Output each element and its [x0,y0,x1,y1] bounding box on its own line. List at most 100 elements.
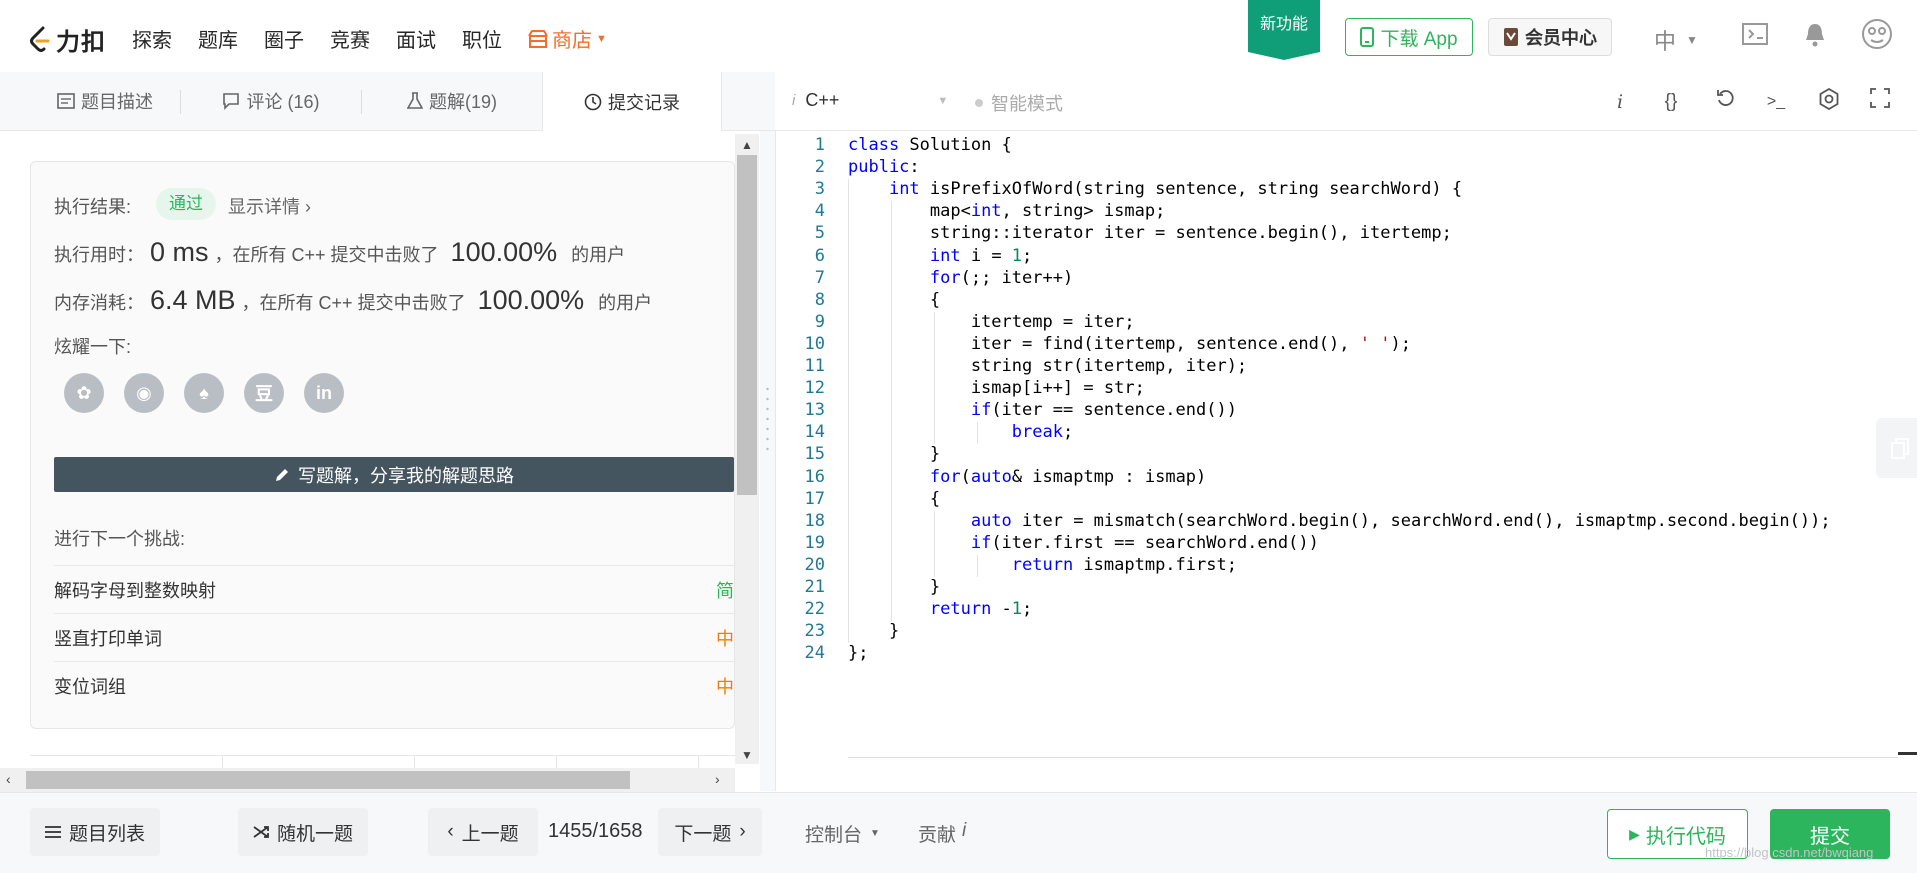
console-toggle[interactable]: 控制台 ▼ [805,820,880,847]
code-line[interactable]: }; [848,643,868,663]
nav-problems[interactable]: 题库 [198,24,238,53]
side-panel-toggle[interactable] [1876,418,1917,478]
next-problem-button[interactable]: 下一题 › [658,808,762,856]
tab-description[interactable]: 题目描述 [30,72,180,130]
tab-submissions[interactable]: 提交记录 [542,72,722,131]
fullscreen-icon[interactable] [1866,88,1894,116]
code-line[interactable]: return ismaptmp.first; [848,555,1237,575]
vip-center-button[interactable]: 会员中心 [1488,18,1612,56]
drag-handle-icon[interactable] [766,385,769,455]
phone-icon [1360,27,1375,47]
code-line[interactable]: for(auto& ismaptmp : ismap) [848,467,1206,487]
line-number: 3 [814,179,825,200]
list-item[interactable]: 竖直打印单词 中 [54,613,734,661]
avatar[interactable] [1860,18,1894,52]
language-switch[interactable]: 中 ▼ [1654,24,1698,56]
format-code-icon[interactable]: {} [1657,88,1685,116]
tab-submissions-label: 提交记录 [608,92,680,113]
scroll-right-arrow-icon[interactable]: › [715,771,720,787]
code-line[interactable]: itertemp = iter; [848,312,1135,332]
scroll-left-arrow-icon[interactable]: ‹ [6,771,11,787]
nav-explore[interactable]: 探索 [132,24,172,53]
info-icon[interactable]: i [1606,88,1634,116]
tab-comments[interactable]: 评论 (16) [181,72,361,130]
caret-down-icon: ▼ [596,32,607,45]
vip-center-label: 会员中心 [1525,28,1597,48]
code-line[interactable]: int isPrefixOfWord(string sentence, stri… [848,179,1462,199]
code-line[interactable]: public: [848,157,920,177]
code-line[interactable]: string str(itertemp, iter); [848,356,1247,376]
list-item[interactable]: 解码字母到整数映射 简 [54,565,734,613]
line-number: 4 [814,201,825,222]
chevron-right-icon: › [739,821,746,842]
problem-pager: 1455/1658 [548,820,643,842]
code-line[interactable]: string::iterator iter = sentence.begin()… [848,223,1452,243]
contribute-link[interactable]: 贡献 i [918,820,966,847]
write-solution-button[interactable]: 写题解，分享我的解题思路 [54,457,734,492]
problem-list-button[interactable]: 题目列表 [30,808,160,856]
panel-splitter[interactable] [760,131,775,791]
code-line[interactable]: ismap[i++] = str; [848,378,1145,398]
code-line[interactable]: } [848,577,940,597]
tab-solutions[interactable]: 题解(19) [362,72,542,130]
smart-mode-dot-icon [975,99,983,107]
code-line[interactable]: return -1; [848,599,1032,619]
code-line[interactable]: } [848,621,899,641]
line-number: 10 [804,333,825,354]
douban-icon[interactable]: 豆 [244,373,284,413]
random-problem-button[interactable]: 随机一题 [238,808,368,856]
caret-down-icon: ▼ [1686,33,1698,47]
prev-problem-button[interactable]: ‹ 上一题 [428,808,538,856]
runtime-value: 0 ms [150,237,209,267]
weibo-icon[interactable]: ◉ [124,373,164,413]
settings-icon[interactable] [1815,87,1843,116]
line-number: 8 [814,289,825,310]
list-item[interactable]: 变位词组 中 [54,661,734,709]
code-line[interactable]: if(iter == sentence.end()) [848,400,1237,420]
brand-logo[interactable]: 力扣 [28,22,106,57]
terminal-icon[interactable]: >_ [1762,88,1790,116]
nav-jobs[interactable]: 职位 [462,24,502,53]
memory-label: 内存消耗： [54,293,144,313]
language-select[interactable]: i C++ ▼ [792,90,948,111]
clock-icon [584,93,602,110]
download-app-button[interactable]: 下载 App [1345,18,1473,56]
flask-icon [406,92,423,109]
language-label: 中 [1654,29,1677,54]
list-icon [44,826,61,838]
nav-interview[interactable]: 面试 [396,24,436,53]
code-line[interactable]: break; [848,422,1073,442]
code-line[interactable]: for(;; iter++) [848,268,1073,288]
line-number: 9 [814,311,825,332]
memory-percentile: 100.00% [477,285,585,315]
code-line[interactable]: iter = find(itertemp, sentence.end(), ' … [848,334,1411,354]
memory-value: 6.4 MB [150,285,236,315]
wechat-icon[interactable]: ✿ [64,373,104,413]
linkedin-icon[interactable]: in [304,373,344,413]
code-line[interactable]: if(iter.first == searchWord.end()) [848,533,1319,553]
nav-contest[interactable]: 竞赛 [330,24,370,53]
bell-icon[interactable] [1800,22,1830,52]
contribute-label: 贡献 [918,825,957,846]
code-line[interactable]: class Solution { [848,135,1012,155]
code-line[interactable]: } [848,444,940,464]
scroll-up-arrow-icon[interactable]: ▲ [741,138,753,152]
qq-icon[interactable]: ♠ [184,373,224,413]
share-label: 炫耀一下: [54,337,132,357]
code-line[interactable]: { [848,489,940,509]
reset-icon[interactable] [1711,88,1739,116]
playground-icon[interactable] [1740,22,1770,52]
shop-icon [528,29,548,48]
code-line[interactable]: int i = 1; [848,246,1032,266]
code-line[interactable]: auto iter = mismatch(searchWord.begin(),… [848,511,1831,531]
new-feature-badge[interactable]: 新功能 [1248,0,1320,60]
smart-mode-toggle[interactable]: 智能模式 [975,90,1063,116]
code-line[interactable]: map<int, string> ismap; [848,201,1165,221]
scroll-down-arrow-icon[interactable]: ▼ [741,748,753,762]
left-horizontal-scroll-thumb[interactable] [26,771,630,789]
nav-shop[interactable]: 商店 ▼ [528,24,607,53]
code-line[interactable]: { [848,290,940,310]
show-details-link[interactable]: 显示详情 › [228,193,311,219]
nav-circle[interactable]: 圈子 [264,24,304,53]
left-vertical-scroll-thumb[interactable] [737,155,757,495]
